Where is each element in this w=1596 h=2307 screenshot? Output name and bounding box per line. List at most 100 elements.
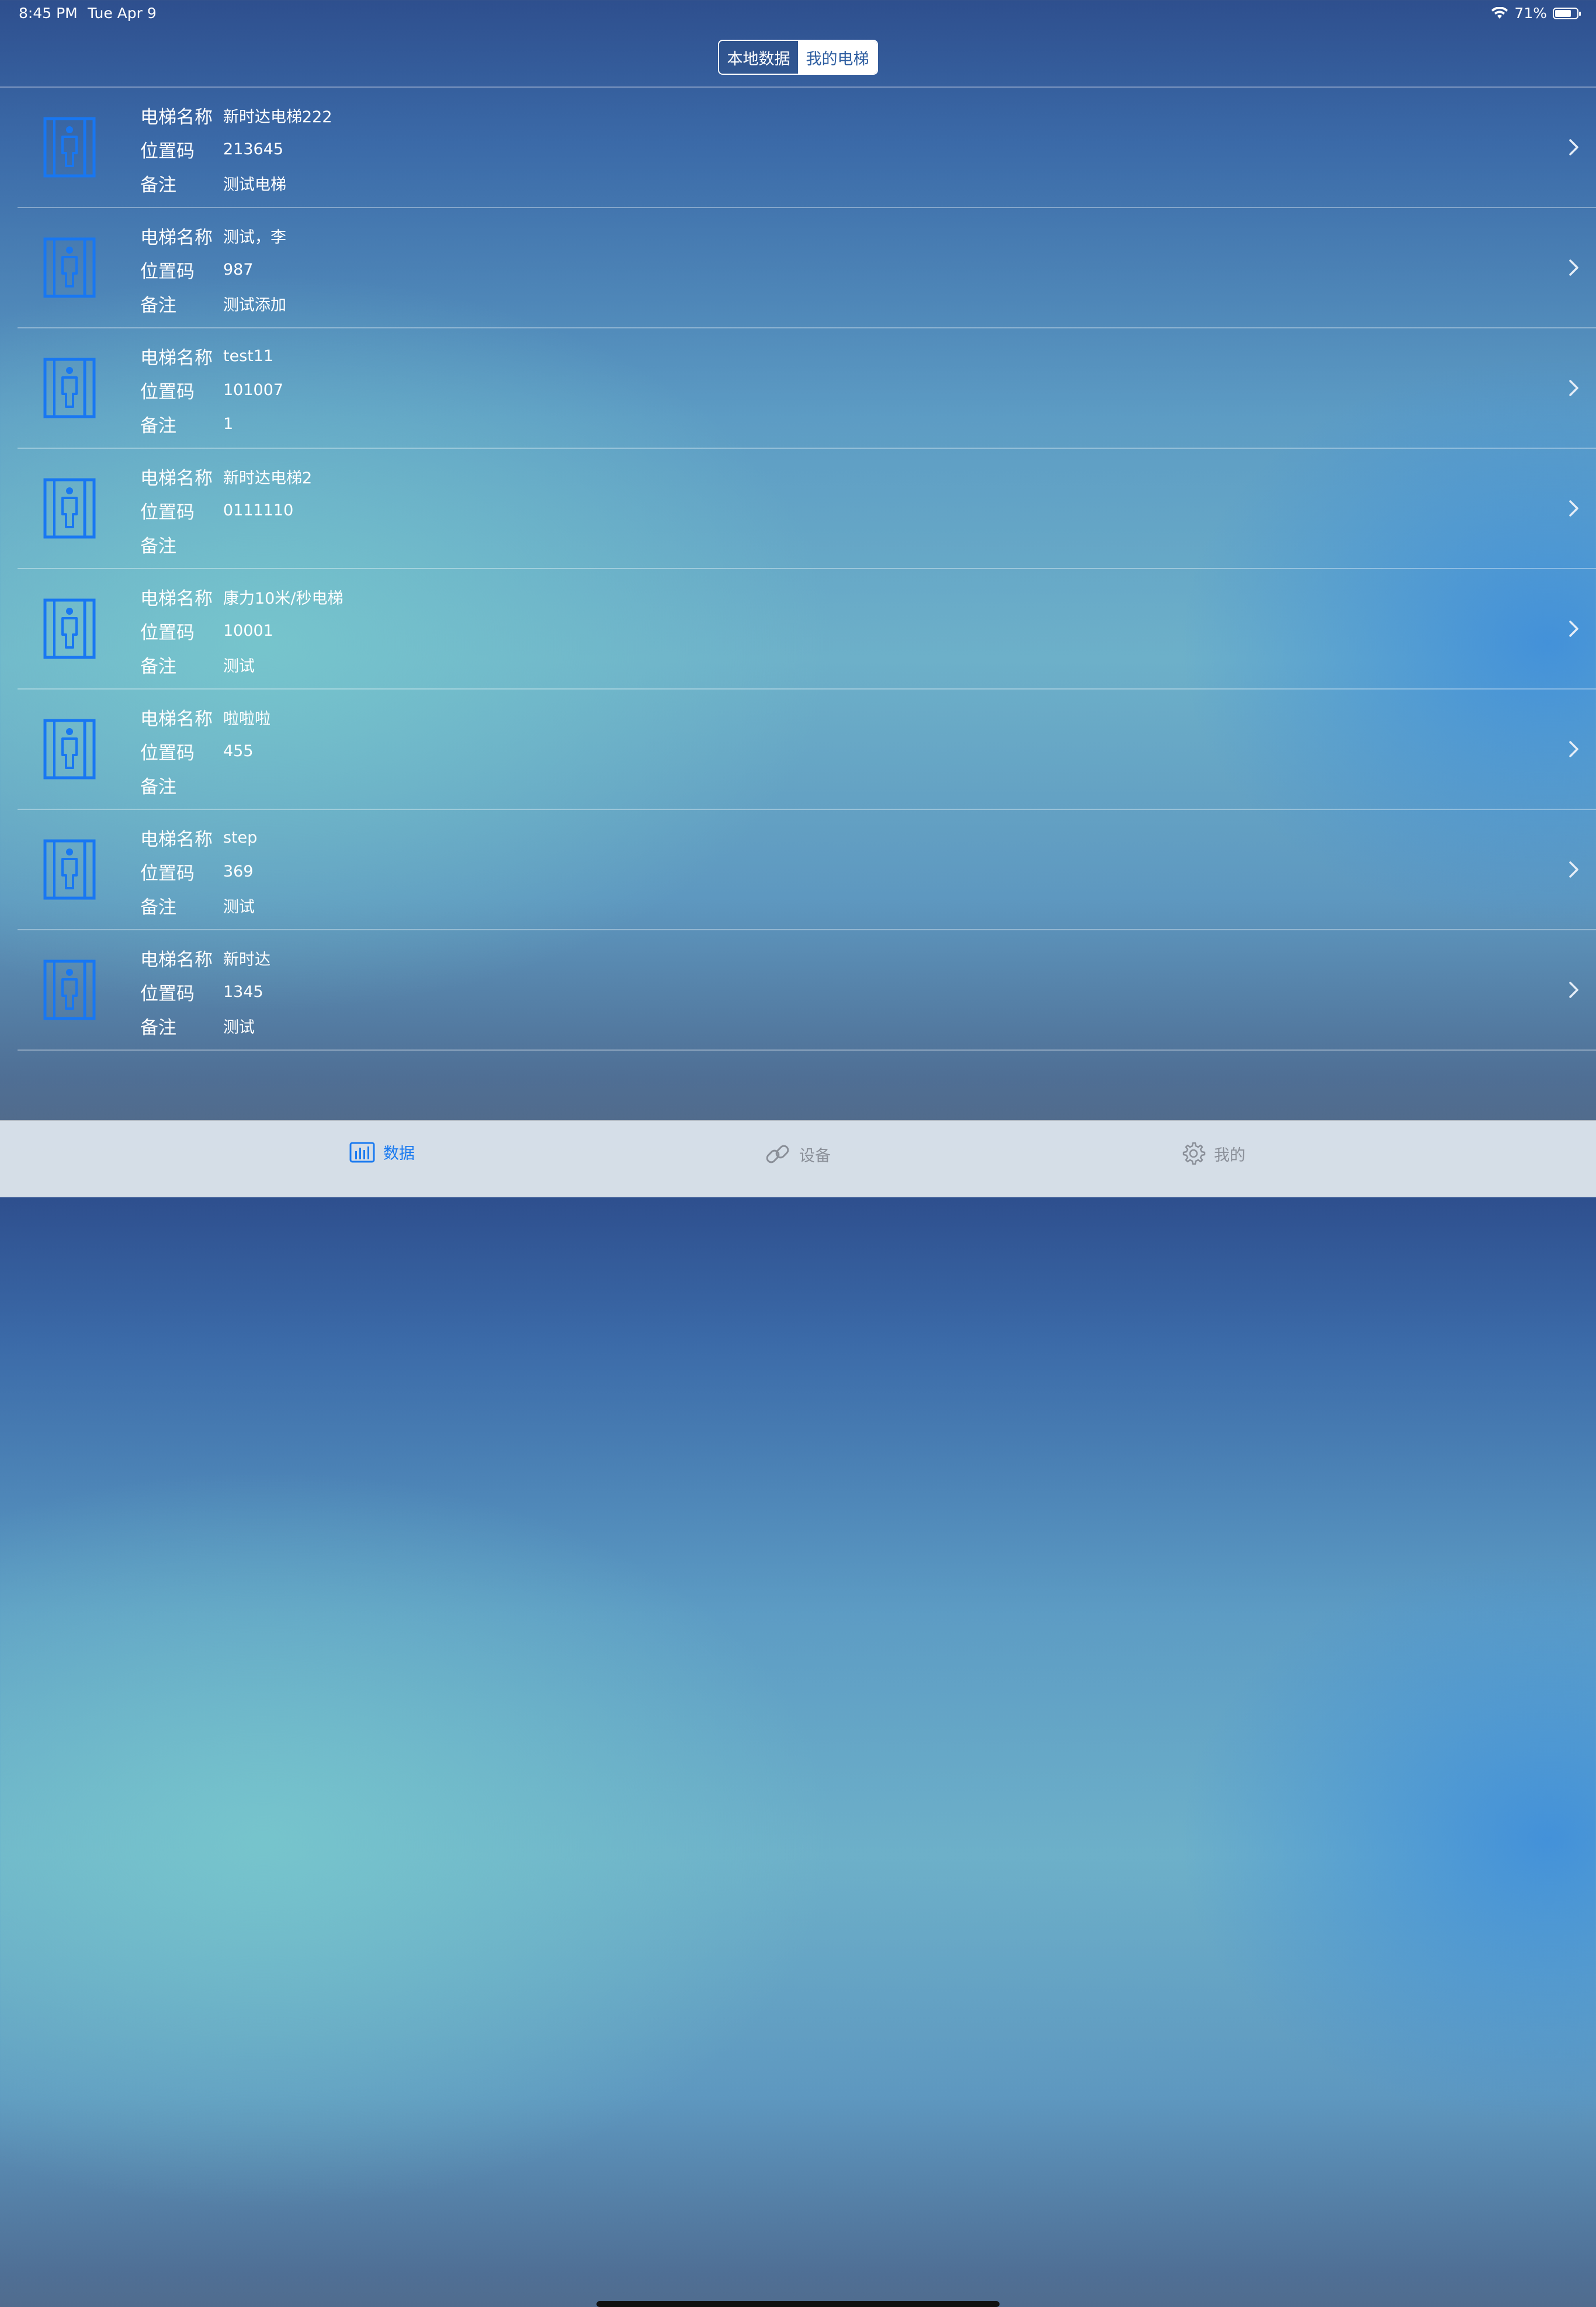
note-label: 备注 xyxy=(140,535,176,557)
elevator-name: 啦啦啦 xyxy=(223,709,270,728)
elevator-row[interactable]: 电梯名称 康力10米/秒电梯 位置码 10001 备注 测试 xyxy=(18,569,1596,690)
elevator-code: 0111110 xyxy=(223,501,294,519)
elevator-note: 测试添加 xyxy=(223,296,286,314)
code-label: 位置码 xyxy=(140,381,195,403)
status-bar: 8:45 PM Tue Apr 9 71% xyxy=(0,0,1596,28)
name-label: 电梯名称 xyxy=(140,829,213,850)
elevator-note: 测试 xyxy=(223,898,255,916)
chevron-right-icon xyxy=(1569,621,1578,637)
elevator-code: 101007 xyxy=(223,380,284,399)
chevron-right-icon xyxy=(1569,982,1578,998)
elevator-row[interactable]: 电梯名称 test11 位置码 101007 备注 1 xyxy=(18,328,1596,449)
elevator-icon xyxy=(43,358,96,418)
note-label: 备注 xyxy=(140,776,176,798)
status-time: 8:45 PM xyxy=(19,5,78,22)
tab-devices-label: 设备 xyxy=(799,1146,831,1165)
elevator-code: 987 xyxy=(223,260,254,279)
tab-mine[interactable]: 我的 xyxy=(1180,1141,1245,1166)
note-label: 备注 xyxy=(140,295,176,316)
elevator-name: 新时达电梯222 xyxy=(223,108,332,126)
elevator-name: 新时达电梯2 xyxy=(223,469,313,487)
note-label: 备注 xyxy=(140,1017,176,1038)
tab-mine-label: 我的 xyxy=(1214,1146,1245,1165)
name-label: 电梯名称 xyxy=(140,949,213,971)
tab-data[interactable]: 数据 xyxy=(349,1141,415,1163)
chevron-right-icon xyxy=(1569,380,1578,396)
tab-devices[interactable]: 设备 xyxy=(764,1141,831,1168)
elevator-code: 455 xyxy=(223,742,254,760)
elevator-icon xyxy=(43,117,96,178)
note-label: 备注 xyxy=(140,896,176,918)
code-label: 位置码 xyxy=(140,862,195,884)
name-label: 电梯名称 xyxy=(140,347,213,369)
elevator-list: 电梯名称 新时达电梯222 位置码 213645 备注 测试电梯 电梯名称 测试… xyxy=(0,88,1596,1051)
link-icon xyxy=(766,1145,789,1163)
chevron-right-icon xyxy=(1569,861,1578,878)
code-label: 位置码 xyxy=(140,261,195,282)
elevator-code: 213645 xyxy=(223,140,284,158)
chevron-right-icon xyxy=(1569,741,1578,757)
elevator-row[interactable]: 电梯名称 新时达 位置码 1345 备注 测试 xyxy=(18,930,1596,1051)
name-label: 电梯名称 xyxy=(140,106,213,128)
segment-local-data[interactable]: 本地数据 xyxy=(719,41,798,74)
elevator-row[interactable]: 电梯名称 新时达电梯222 位置码 213645 备注 测试电梯 xyxy=(18,88,1596,208)
elevator-note: 测试 xyxy=(223,1018,255,1037)
note-label: 备注 xyxy=(140,174,176,196)
elevator-row[interactable]: 电梯名称 啦啦啦 位置码 455 备注 xyxy=(18,690,1596,810)
elevator-code: 10001 xyxy=(223,621,273,640)
segmented-control[interactable]: 本地数据 我的电梯 xyxy=(718,40,878,75)
status-date: Tue Apr 9 xyxy=(88,5,157,22)
wifi-icon xyxy=(1491,6,1508,19)
status-indicators: 71% xyxy=(1491,5,1581,22)
elevator-icon xyxy=(43,959,96,1020)
elevator-row[interactable]: 电梯名称 step 位置码 369 备注 测试 xyxy=(18,810,1596,930)
code-label: 位置码 xyxy=(140,140,195,162)
name-label: 电梯名称 xyxy=(140,588,213,609)
tab-bar: 数据 设备 我的 xyxy=(0,1120,1596,2307)
elevator-note: 测试电梯 xyxy=(223,175,286,194)
elevator-note: 测试 xyxy=(223,657,255,676)
elevator-details: 电梯名称 新时达电梯222 位置码 213645 备注 测试电梯 xyxy=(140,98,332,200)
elevator-row[interactable]: 电梯名称 测试，李 位置码 987 备注 测试添加 xyxy=(18,208,1596,328)
battery-icon xyxy=(1553,7,1581,19)
elevator-row[interactable]: 电梯名称 新时达电梯2 位置码 0111110 备注 xyxy=(18,449,1596,569)
note-label: 备注 xyxy=(140,415,176,437)
code-label: 位置码 xyxy=(140,622,195,643)
elevator-details: 电梯名称 康力10米/秒电梯 位置码 10001 备注 测试 xyxy=(140,580,343,681)
code-label: 位置码 xyxy=(140,983,195,1004)
elevator-name: step xyxy=(223,828,258,847)
elevator-name: test11 xyxy=(223,347,274,365)
elevator-icon xyxy=(43,478,96,539)
name-label: 电梯名称 xyxy=(140,708,213,730)
elevator-details: 电梯名称 新时达电梯2 位置码 0111110 备注 xyxy=(140,459,312,561)
chevron-right-icon xyxy=(1569,139,1578,155)
elevator-code: 1345 xyxy=(223,982,263,1001)
code-label: 位置码 xyxy=(140,501,195,523)
elevator-code: 369 xyxy=(223,862,254,881)
name-label: 电梯名称 xyxy=(140,227,213,248)
elevator-details: 电梯名称 测试，李 位置码 987 备注 测试添加 xyxy=(140,219,286,320)
elevator-icon xyxy=(43,237,96,298)
name-label: 电梯名称 xyxy=(140,467,213,489)
elevator-details: 电梯名称 step 位置码 369 备注 测试 xyxy=(140,820,257,922)
elevator-details: 电梯名称 test11 位置码 101007 备注 1 xyxy=(140,339,283,441)
chevron-right-icon xyxy=(1569,500,1578,517)
elevator-icon xyxy=(43,839,96,900)
elevator-name: 新时达 xyxy=(223,950,270,969)
note-label: 备注 xyxy=(140,656,176,677)
bar-chart-icon xyxy=(349,1142,375,1162)
elevator-name: 康力10米/秒电梯 xyxy=(223,589,344,608)
elevator-details: 电梯名称 新时达 位置码 1345 备注 测试 xyxy=(140,941,270,1042)
battery-percent: 71% xyxy=(1514,5,1547,22)
code-label: 位置码 xyxy=(140,742,195,764)
gear-icon xyxy=(1182,1142,1206,1165)
home-indicator xyxy=(596,2301,1000,2307)
elevator-icon xyxy=(43,719,96,780)
elevator-note: 1 xyxy=(223,414,234,433)
chevron-right-icon xyxy=(1569,259,1578,276)
elevator-icon xyxy=(43,598,96,659)
elevator-name: 测试，李 xyxy=(223,228,286,247)
segment-my-elevators[interactable]: 我的电梯 xyxy=(798,41,877,74)
elevator-details: 电梯名称 啦啦啦 位置码 455 备注 xyxy=(140,700,270,802)
tab-data-label: 数据 xyxy=(383,1145,415,1163)
